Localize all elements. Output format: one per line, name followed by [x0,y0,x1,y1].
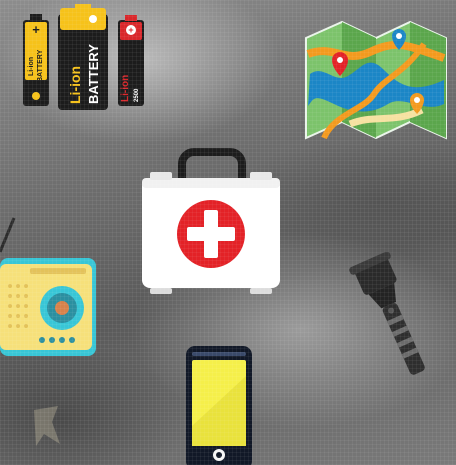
batteries-group: + Li-ion BATTERY Li-ion BATTERY + Li-ion… [22,4,148,110]
svg-text:+: + [128,25,133,35]
radio-dial-icon [40,286,84,330]
large-battery-label-1: Li-ion [67,66,83,104]
svg-text:+: + [32,22,40,37]
small-battery-icon: + Li-ion BATTERY [23,14,49,106]
small-battery-label-1: Li-ion [28,57,35,76]
battery-icon: + Li-ion BATTERY Li-ion BATTERY + Li-ion… [23,4,144,110]
smartphone [184,346,254,465]
first-aid-kit [138,148,284,296]
small-battery-label-2: BATTERY [37,49,44,82]
emergency-kit-scene: + Li-ion BATTERY Li-ion BATTERY + Li-ion… [0,0,456,465]
map [304,14,448,142]
flashlight [348,252,440,382]
red-battery-label-2: 2500 [134,88,140,102]
red-battery-label-1: Li-ion [120,75,131,102]
background-scrap [30,404,64,448]
flashlight-icon [349,252,425,375]
map-icon [305,20,447,140]
radio [0,212,98,358]
large-battery-label-2: BATTERY [86,44,101,104]
radio-icon [0,217,96,356]
large-battery-icon: Li-ion BATTERY [58,4,108,110]
smartphone-icon [186,346,252,465]
red-battery-icon: + Li-ion 2500 [118,15,144,106]
first-aid-icon [142,148,280,294]
